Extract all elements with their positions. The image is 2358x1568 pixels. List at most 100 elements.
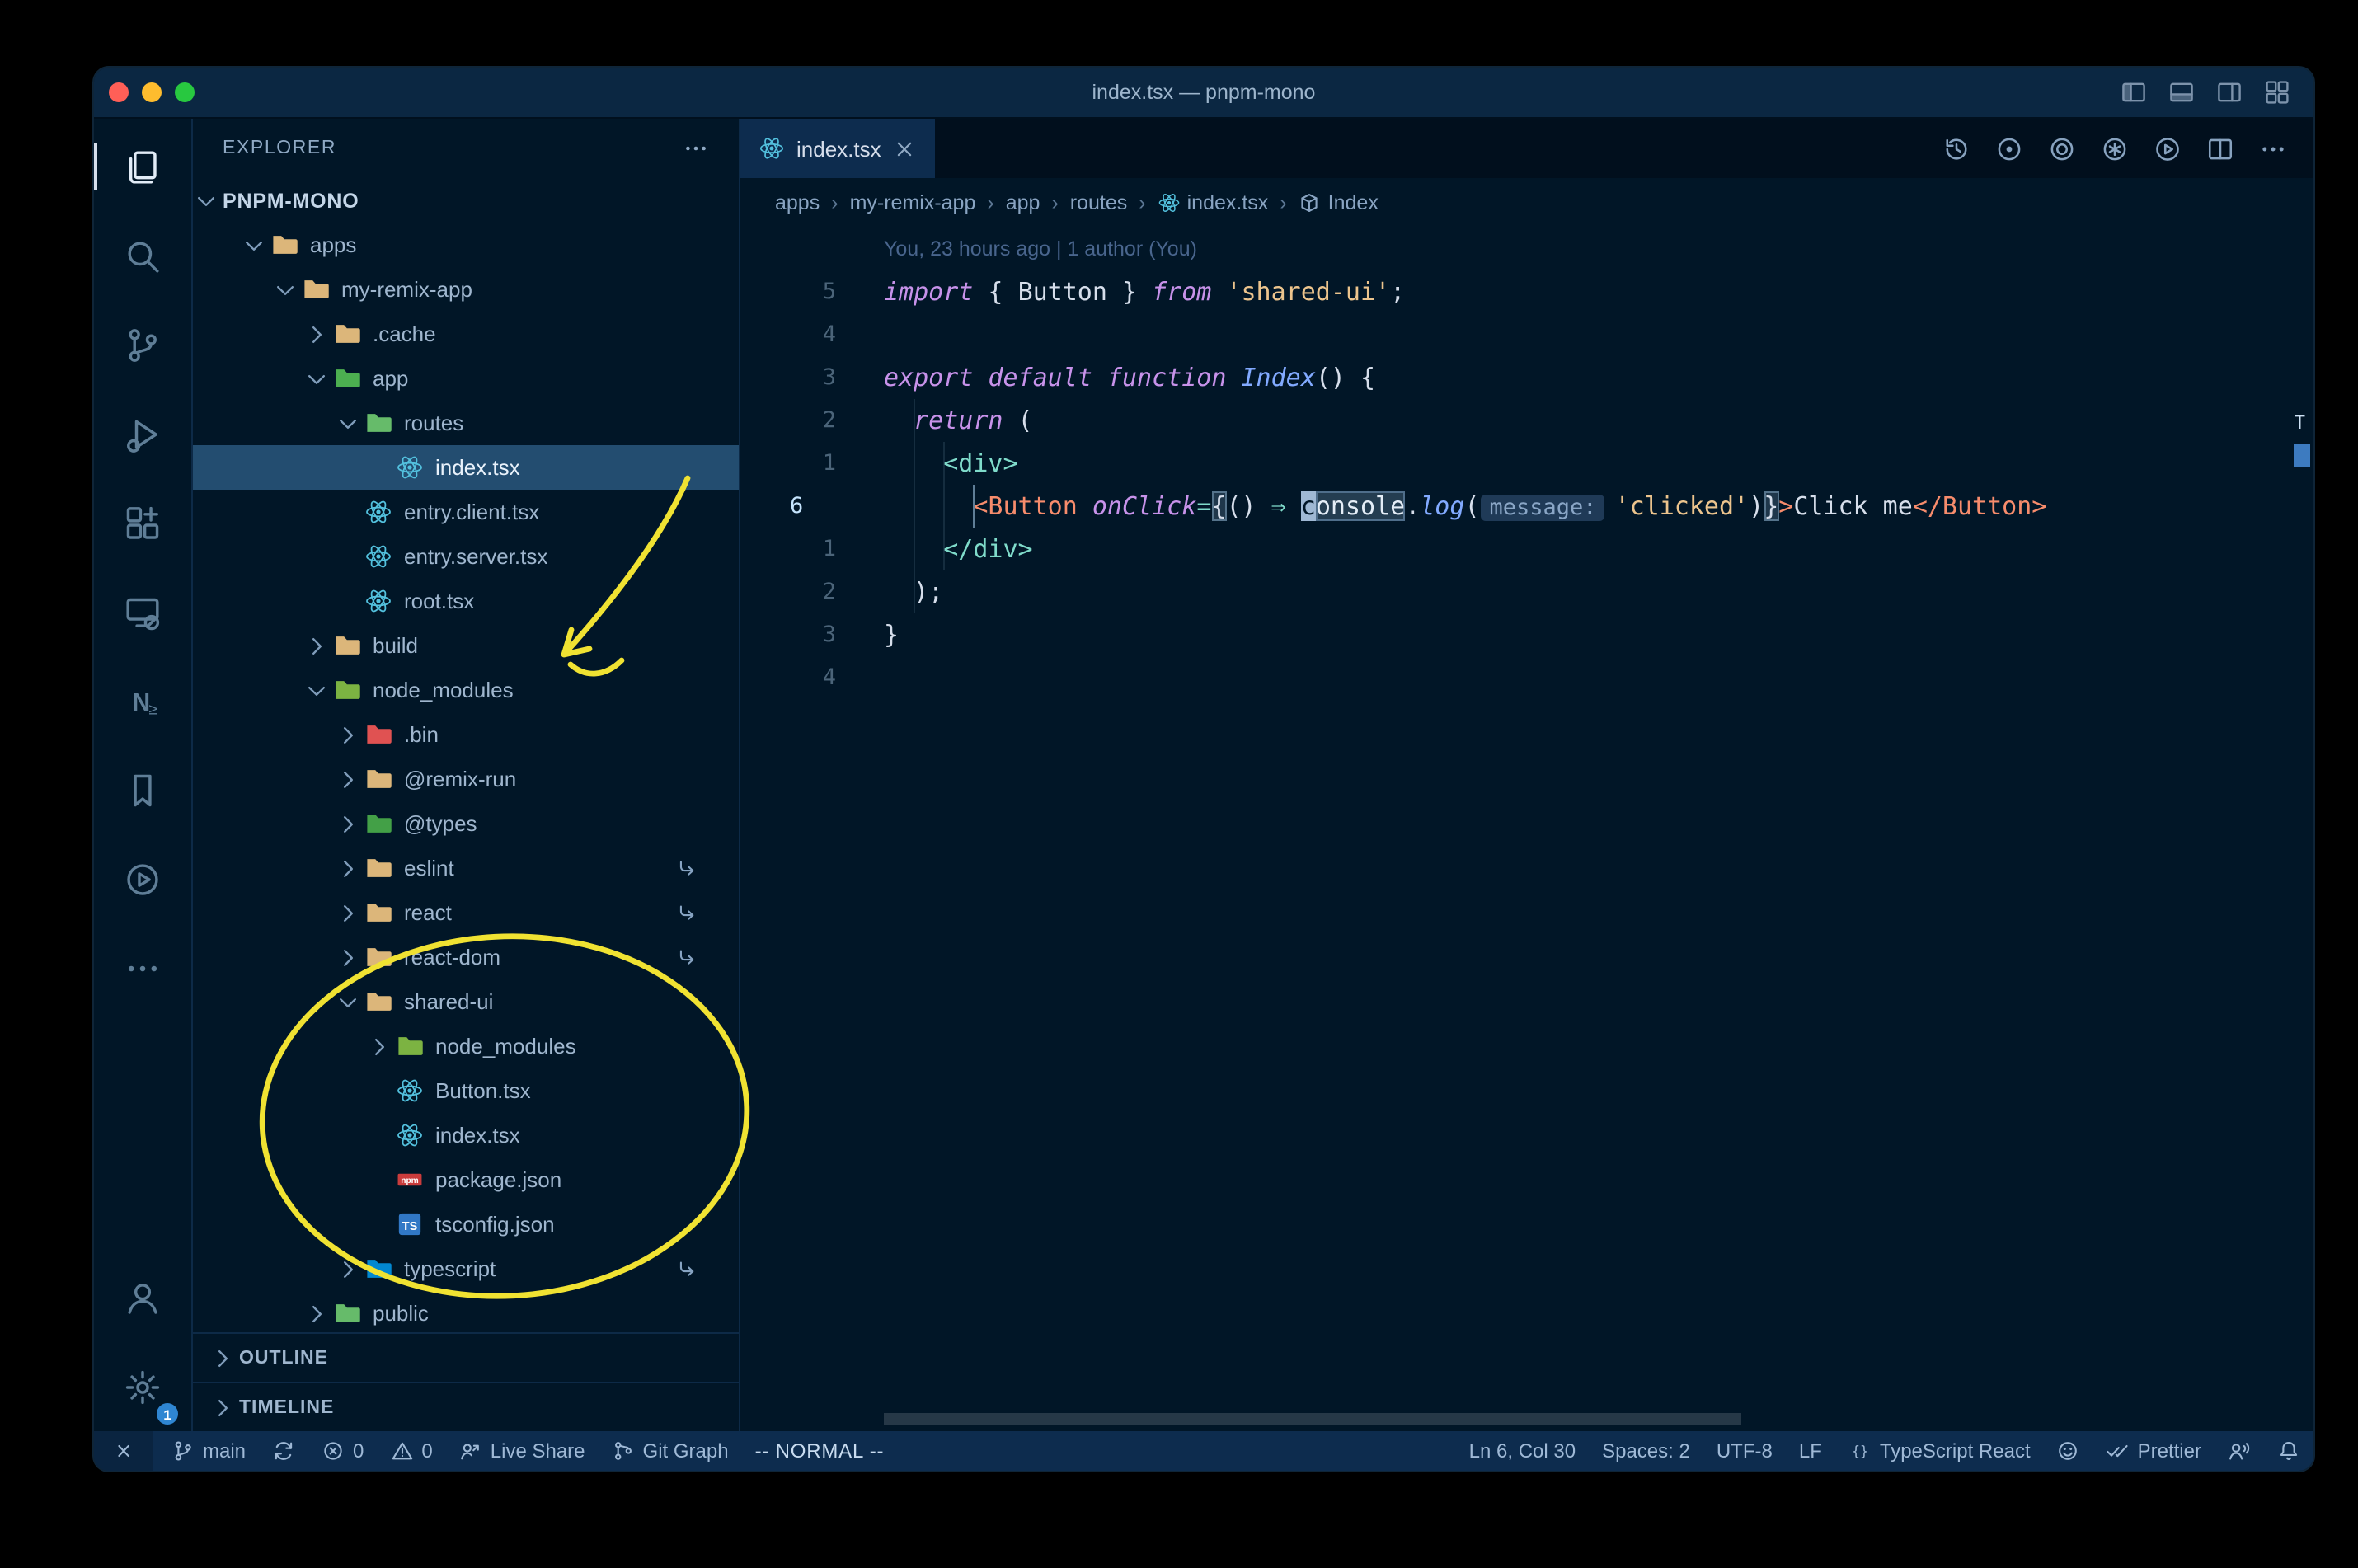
split-editor[interactable]: [2206, 134, 2234, 162]
tree-item-index-tsx[interactable]: index.tsx: [193, 1113, 739, 1157]
tree-item-typescript[interactable]: typescript: [193, 1246, 739, 1291]
notifications[interactable]: [2264, 1431, 2313, 1471]
close-window-button[interactable]: [109, 82, 129, 102]
tab-index-tsx[interactable]: index.tsx: [740, 119, 936, 178]
activity-more-views[interactable]: [94, 923, 191, 1012]
views-more-actions-icon[interactable]: [683, 135, 709, 162]
toggle-panel-icon[interactable]: [2168, 79, 2195, 106]
status-right: Ln 6, Col 30 Spaces: 2 UTF-8 LF{} TypeScript…: [1456, 1431, 2313, 1471]
activity-search[interactable]: [94, 211, 191, 300]
activity-run-debug[interactable]: [94, 389, 191, 478]
tree-item-app[interactable]: app: [193, 356, 739, 401]
code-editor[interactable]: You, 23 hours ago | 1 author (You) 5 impo…: [740, 228, 2313, 1431]
toggle-primary-sidebar-icon[interactable]: [2121, 79, 2147, 106]
react-icon: [396, 453, 424, 481]
language-mode[interactable]: {} TypeScript React: [1835, 1431, 2044, 1471]
svg-text:npm: npm: [401, 1176, 419, 1185]
tree-item-entry-server-tsx[interactable]: entry.server.tsx: [193, 534, 739, 579]
tree-item-build[interactable]: build: [193, 623, 739, 668]
timeline-history[interactable]: [1942, 134, 1970, 162]
activity-accounts[interactable]: [94, 1253, 191, 1342]
sync-changes[interactable]: [259, 1431, 308, 1471]
tree-item-routes[interactable]: routes: [193, 401, 739, 445]
tree-item-node-modules[interactable]: node_modules: [193, 668, 739, 712]
eol-sequence[interactable]: LF: [1786, 1431, 1835, 1471]
tree-item-public[interactable]: public: [193, 1291, 739, 1332]
tree-item--cache[interactable]: .cache: [193, 312, 739, 356]
tree-item-index-tsx[interactable]: index.tsx: [193, 445, 739, 490]
sidebar-section-timeline[interactable]: TIMELINE: [193, 1382, 739, 1431]
breadcrumb: apps › my-remix-app › app › routes › index.tsx › I…: [740, 178, 2313, 228]
activity-settings[interactable]: 1: [94, 1342, 191, 1431]
tree-item--remix-run[interactable]: @remix-run: [193, 757, 739, 801]
git-graph[interactable]: Git Graph: [599, 1431, 742, 1471]
tree-item-react[interactable]: react: [193, 890, 739, 935]
activity-nx-console[interactable]: N ≥: [94, 656, 191, 745]
activity-remote-explorer[interactable]: [94, 567, 191, 656]
tree-item-tsconfig-json[interactable]: TS tsconfig.json: [193, 1202, 739, 1246]
symlink-icon: [676, 946, 699, 969]
run-file[interactable]: [2154, 134, 2182, 162]
tree-item-node-modules[interactable]: node_modules: [193, 1024, 739, 1068]
tree-item-apps[interactable]: apps: [193, 223, 739, 267]
live-share-icon: [459, 1439, 482, 1462]
tree-item-my-remix-app[interactable]: my-remix-app: [193, 267, 739, 312]
live-share[interactable]: Live Share: [446, 1431, 599, 1471]
tree-item-shared-ui[interactable]: shared-ui: [193, 979, 739, 1024]
horizontal-scrollbar[interactable]: [884, 1413, 1741, 1425]
nx-icon: N ≥: [124, 682, 162, 720]
tree-item-label: index.tsx: [435, 455, 520, 480]
close-tab-icon[interactable]: [893, 136, 918, 161]
problems-warnings[interactable]: 0: [377, 1431, 445, 1471]
breadcrumb-item-index[interactable]: Index: [1299, 191, 1379, 214]
cursor-position[interactable]: Ln 6, Col 30: [1456, 1431, 1589, 1471]
remote-indicator[interactable]: [94, 1431, 153, 1471]
tunnel-voice[interactable]: [2215, 1431, 2264, 1471]
sidebar-section-outline[interactable]: OUTLINE: [193, 1332, 739, 1382]
activity-source-control[interactable]: [94, 300, 191, 389]
tree-item-root-tsx[interactable]: root.tsx: [193, 579, 739, 623]
open-changes[interactable]: [2048, 134, 2076, 162]
customize-layout-icon[interactable]: [2264, 79, 2290, 106]
breadcrumb-item-my-remix-app[interactable]: my-remix-app: [850, 191, 976, 214]
feedback-smiley[interactable]: [2044, 1431, 2093, 1471]
minimize-window-button[interactable]: [142, 82, 162, 102]
activity-live-preview[interactable]: [94, 834, 191, 923]
git-branch[interactable]: main: [158, 1431, 259, 1471]
gitlens-blame-lens[interactable]: You, 23 hours ago | 1 author (You): [740, 228, 2313, 270]
encoding[interactable]: UTF-8: [1703, 1431, 1786, 1471]
symlink-icon: [676, 1257, 699, 1280]
tree-root-pnpm-mono[interactable]: PNPM-MONO: [193, 178, 739, 223]
code-line: 3}: [740, 613, 2313, 656]
breadcrumb-item-app[interactable]: app: [1006, 191, 1040, 214]
more-actions[interactable]: [2259, 134, 2287, 162]
breadcrumb-item-apps[interactable]: apps: [775, 191, 820, 214]
tree-item-react-dom[interactable]: react-dom: [193, 935, 739, 979]
toggle-secondary-sidebar-icon[interactable]: [2216, 79, 2243, 106]
symbol-icon: [1299, 191, 1322, 214]
activity-explorer[interactable]: [94, 122, 191, 211]
file-annotations[interactable]: [2101, 134, 2129, 162]
code-line: 6 <Button onClick={() ⇒ console.log(mess…: [740, 485, 2313, 528]
chevron-down-icon: [303, 677, 330, 703]
window-title: index.tsx — pnpm-mono: [1092, 81, 1316, 104]
activity-extensions[interactable]: [94, 478, 191, 567]
indentation[interactable]: Spaces: 2: [1589, 1431, 1703, 1471]
activity-bookmarks[interactable]: [94, 745, 191, 834]
prettier[interactable]: Prettier: [2093, 1431, 2215, 1471]
tree-item--bin[interactable]: .bin: [193, 712, 739, 757]
line-number: 3: [822, 622, 836, 648]
folder-icon: [364, 988, 392, 1016]
breadcrumb-item-index.tsx[interactable]: index.tsx: [1158, 191, 1268, 214]
problems-errors[interactable]: 0: [308, 1431, 377, 1471]
tree-item-package-json[interactable]: npm package.json: [193, 1157, 739, 1202]
editor-actions: [1942, 119, 2313, 178]
breadcrumb-item-routes[interactable]: routes: [1070, 191, 1128, 214]
tree-item--types[interactable]: @types: [193, 801, 739, 846]
toggle-file-blame[interactable]: [1995, 134, 2023, 162]
tree-item-button-tsx[interactable]: Button.tsx: [193, 1068, 739, 1113]
vim-mode[interactable]: -- NORMAL --: [742, 1431, 898, 1471]
tree-item-entry-client-tsx[interactable]: entry.client.tsx: [193, 490, 739, 534]
tree-item-eslint[interactable]: eslint: [193, 846, 739, 890]
zoom-window-button[interactable]: [175, 82, 195, 102]
